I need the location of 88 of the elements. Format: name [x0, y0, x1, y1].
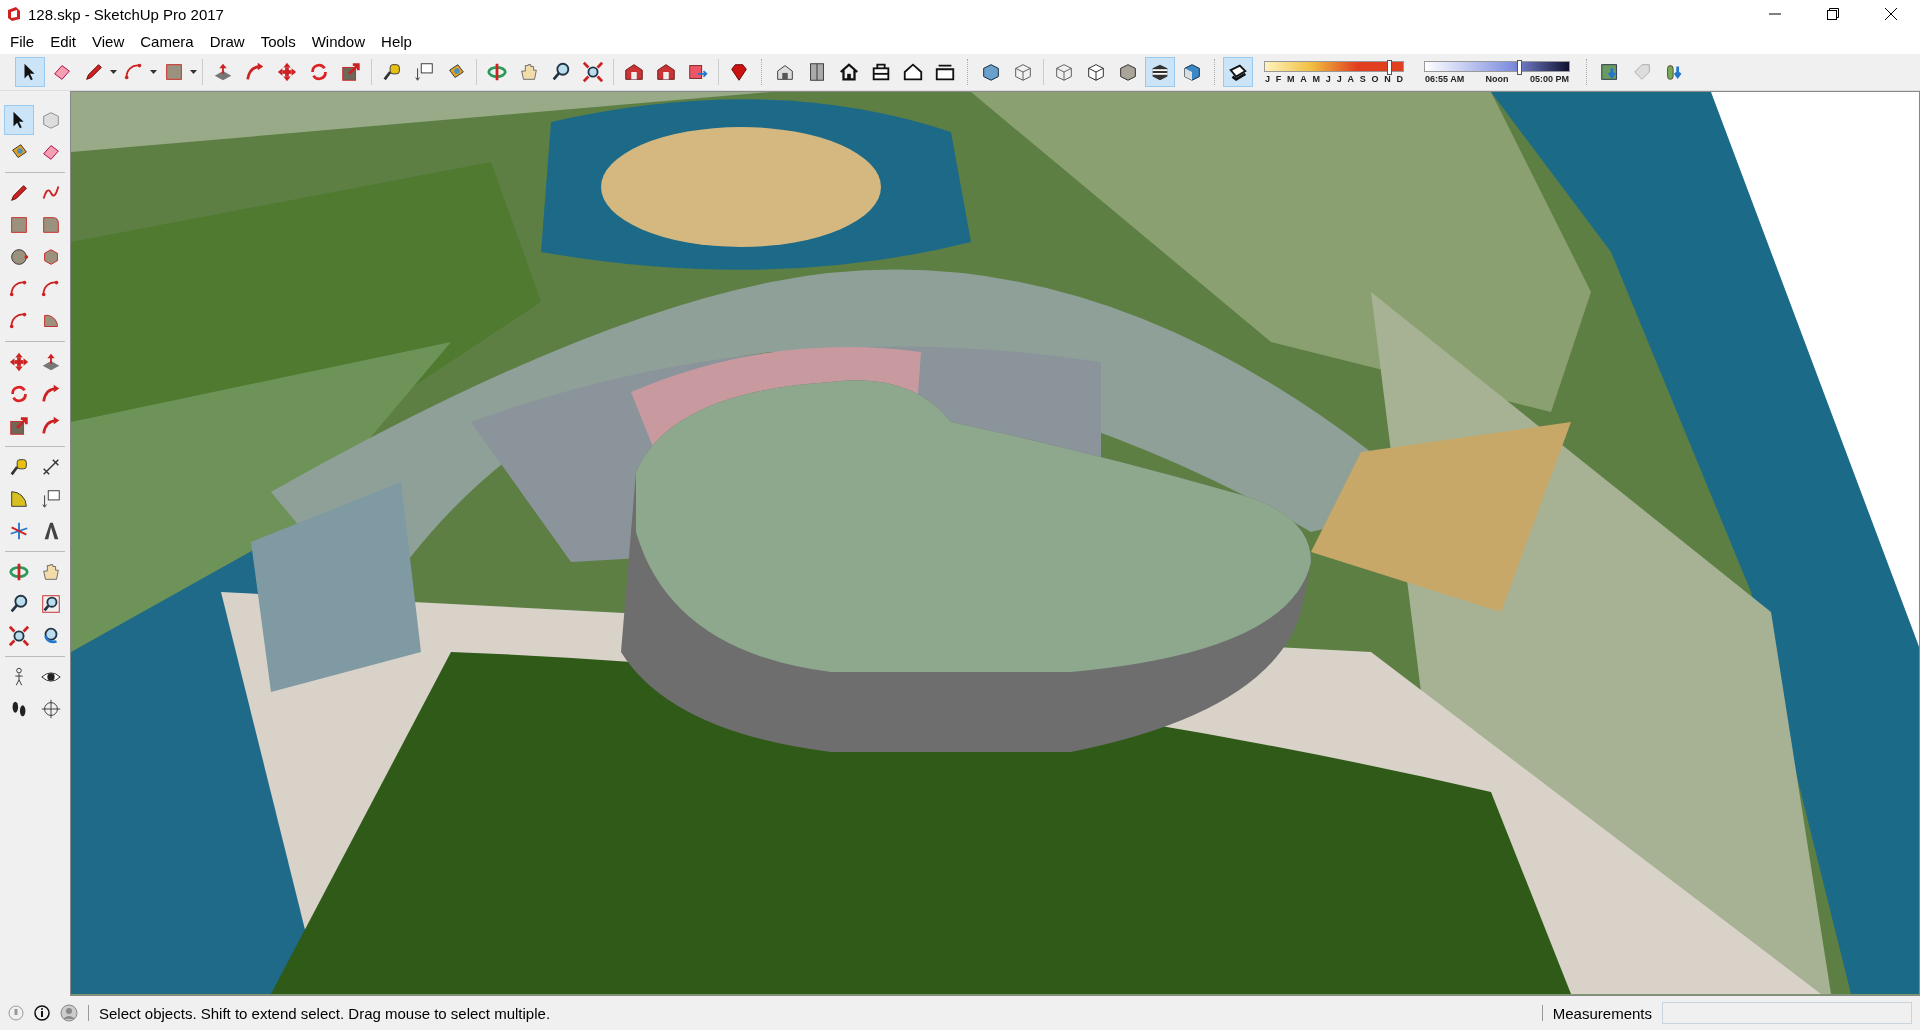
four-way-arrow-icon	[8, 351, 30, 373]
magnifier-icon	[8, 593, 30, 615]
window-title: 128.skp - SketchUp Pro 2017	[28, 5, 225, 23]
zoom-window-icon	[40, 593, 62, 615]
pencil-icon	[8, 182, 30, 204]
outline-house-icon	[902, 61, 924, 83]
tape-measure-icon	[381, 61, 403, 83]
month-label: F	[1274, 73, 1283, 84]
pencil-icon	[83, 61, 105, 83]
month-label: A	[1346, 73, 1355, 84]
solid-cube-icon	[1117, 61, 1139, 83]
text-label-icon	[413, 61, 435, 83]
zoom-extents-icon	[582, 61, 604, 83]
close-icon	[1884, 7, 1898, 21]
time-slider[interactable]	[1424, 60, 1570, 72]
scale-box-icon	[340, 61, 362, 83]
month-label: M	[1311, 73, 1322, 84]
month-label: D	[1395, 73, 1404, 84]
month-label: M	[1286, 73, 1296, 84]
hand-icon	[40, 561, 62, 583]
time-label: 06:55 AM	[1424, 73, 1466, 84]
month-label: S	[1358, 73, 1367, 84]
push-pull-icon	[212, 61, 234, 83]
rectangle-icon	[8, 214, 30, 236]
month-slider[interactable]	[1264, 60, 1404, 72]
menu-item[interactable]: Tools	[252, 29, 304, 53]
orbit-icon	[8, 561, 30, 583]
protractor-icon	[8, 488, 30, 510]
axes-icon	[8, 520, 30, 542]
measurements-field[interactable]	[1662, 1002, 1912, 1024]
menu-item[interactable]: Window	[303, 29, 374, 53]
menu-item[interactable]: Help	[373, 29, 420, 53]
shaded-cube-icon	[1181, 61, 1203, 83]
menu-item[interactable]: Draw	[201, 29, 253, 53]
house-icon	[838, 61, 860, 83]
wire-cube-icon	[1012, 61, 1034, 83]
menu-item[interactable]: File	[2, 29, 43, 53]
user-icon[interactable]	[60, 1004, 78, 1022]
hidden-line-cube-icon	[1085, 61, 1107, 83]
warehouse-icon	[623, 61, 645, 83]
crosshair-icon	[40, 698, 62, 720]
month-label: J	[1335, 73, 1343, 84]
time-label: 05:00 PM	[1528, 73, 1570, 84]
rotate-arrows-icon	[8, 383, 30, 405]
month-label: N	[1383, 73, 1392, 84]
push-pull-icon	[40, 351, 62, 373]
zoom-extents-icon	[8, 625, 30, 647]
measurements-label: Measurements	[1552, 1004, 1652, 1022]
dimension-icon	[40, 456, 62, 478]
3d-model-drawing[interactable]	[71, 92, 1919, 994]
toolbar-button[interactable]	[1145, 57, 1175, 87]
magnifier-icon	[550, 61, 572, 83]
hand-icon	[518, 61, 540, 83]
building-icon	[870, 61, 892, 83]
rectangle-icon	[163, 61, 185, 83]
tape-measure-icon	[8, 456, 30, 478]
rotate-arrows-icon	[308, 61, 330, 83]
four-way-arrow-icon	[276, 61, 298, 83]
caret-icon[interactable]	[190, 70, 197, 74]
box-icon	[40, 109, 62, 131]
month-label: J	[1264, 73, 1271, 84]
gem-icon	[728, 61, 750, 83]
menu-item[interactable]: Camera	[132, 29, 202, 53]
slider-thumb[interactable]	[1516, 59, 1522, 75]
tool-button[interactable]	[4, 105, 34, 135]
wire-cube-icon	[1053, 61, 1075, 83]
caret-icon[interactable]	[110, 70, 117, 74]
toolbar-button[interactable]	[1223, 57, 1253, 87]
scale-box-icon	[8, 415, 30, 437]
app-logo-icon	[6, 6, 22, 22]
menu-item[interactable]: Edit	[42, 29, 85, 53]
restore-icon	[1827, 8, 1839, 20]
slider-thumb[interactable]	[1387, 59, 1393, 75]
toolbar-button[interactable]	[15, 57, 45, 87]
month-label: J	[1324, 73, 1332, 84]
translucent-cube-icon	[980, 61, 1002, 83]
menu-item[interactable]: View	[84, 29, 133, 53]
tag-icon	[1631, 61, 1653, 83]
orbit-icon	[486, 61, 508, 83]
status-message: Select objects. Shift to extend select. Drag mouse to select multiple.	[99, 1004, 552, 1022]
circle-icon	[8, 246, 30, 268]
time-label: Noon	[1484, 73, 1510, 84]
warehouse-icon	[655, 61, 677, 83]
text-label-icon	[40, 488, 62, 510]
caret-icon[interactable]	[150, 70, 157, 74]
month-label: O	[1370, 73, 1380, 84]
info-icon[interactable]	[34, 1005, 50, 1021]
month-label: A	[1299, 73, 1308, 84]
